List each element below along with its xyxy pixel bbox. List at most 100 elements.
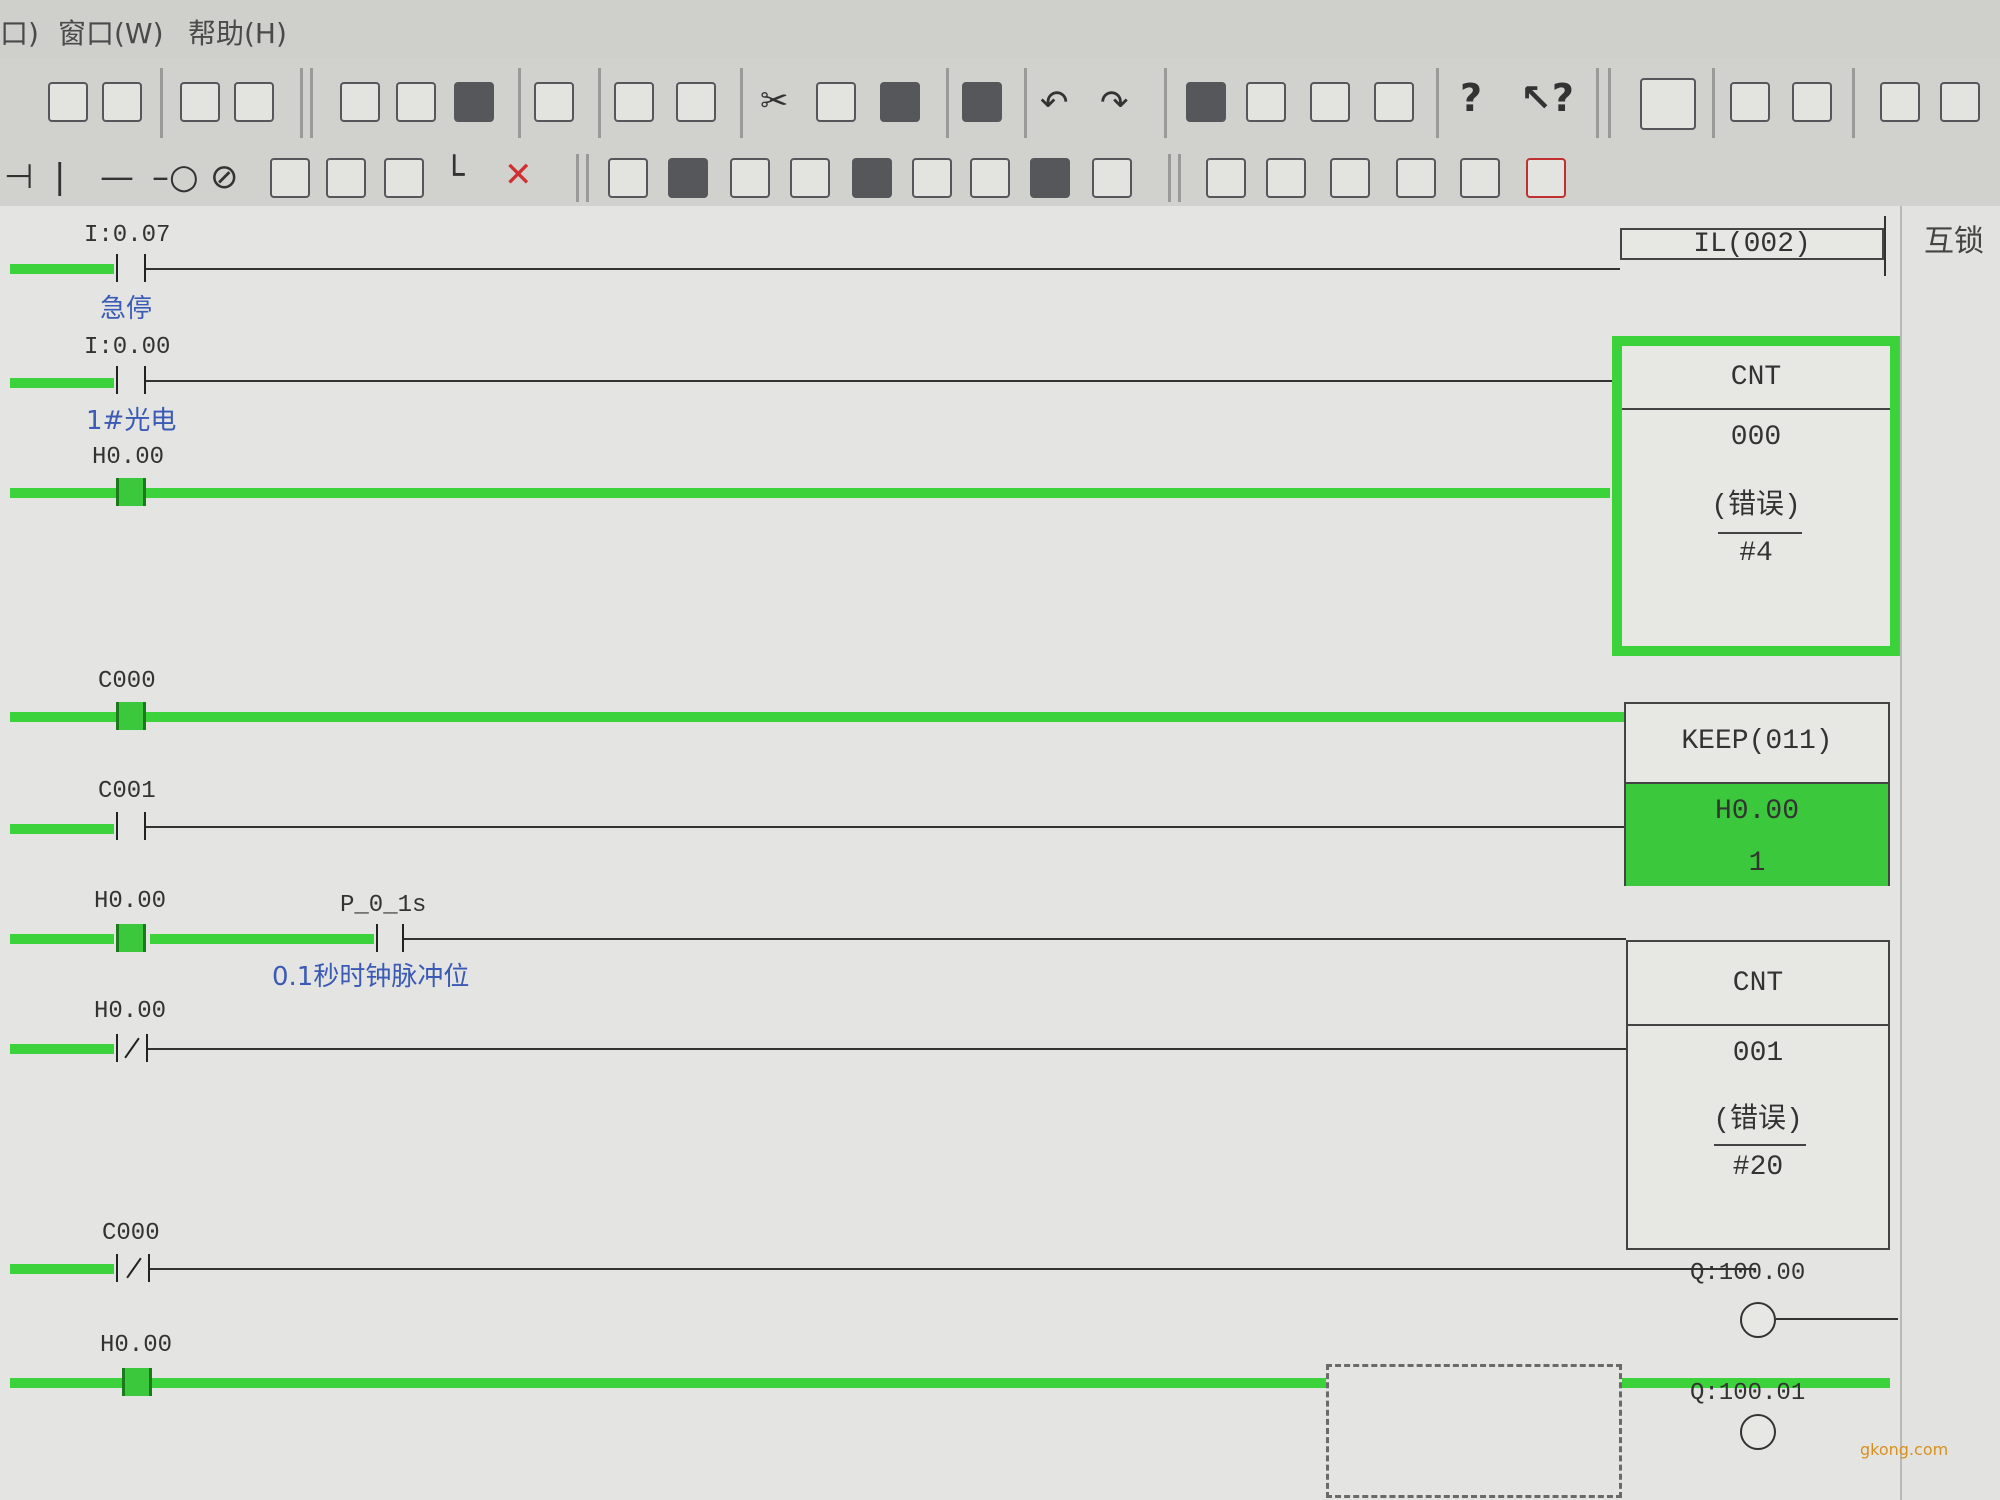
contact-address[interactable]: H0.00 xyxy=(94,888,166,915)
error-label: (错误) xyxy=(1713,1105,1803,1136)
contact-active[interactable] xyxy=(116,702,146,730)
copy-icon[interactable] xyxy=(816,82,856,122)
edit-icon[interactable] xyxy=(1460,158,1500,198)
diff-icon[interactable] xyxy=(1266,158,1306,198)
nc-contact-slash xyxy=(124,1037,140,1059)
instruction-icon[interactable] xyxy=(608,158,648,198)
block-icon-5[interactable] xyxy=(852,158,892,198)
redo-icon[interactable]: ↷ xyxy=(1100,86,1129,120)
power-flow xyxy=(10,934,114,944)
close-window-icon[interactable] xyxy=(1940,82,1980,122)
paste-icon[interactable] xyxy=(880,82,920,122)
rung-line xyxy=(150,1268,1756,1270)
selection-cursor[interactable] xyxy=(1326,1364,1622,1498)
block-icon-9[interactable] xyxy=(1092,158,1132,198)
clipboard-icon[interactable] xyxy=(962,82,1002,122)
pulse-icon[interactable] xyxy=(1206,158,1246,198)
block-divider xyxy=(1622,408,1890,410)
output-coil[interactable] xyxy=(1740,1414,1776,1450)
upload-icon[interactable] xyxy=(1792,82,1832,122)
block-divider xyxy=(1718,532,1802,534)
contact-active[interactable] xyxy=(116,478,146,506)
online-edit-icon[interactable] xyxy=(1640,78,1696,130)
context-help-icon[interactable]: ↖? xyxy=(1520,76,1574,120)
cross-reference-icon[interactable] xyxy=(1310,82,1350,122)
address-reference-icon[interactable] xyxy=(1374,82,1414,122)
menu-item-help[interactable]: 帮助(H) xyxy=(188,12,287,52)
toolbar-separator xyxy=(1168,154,1171,202)
menu-item-edit[interactable]: 口) xyxy=(0,12,39,52)
toolbar-separator xyxy=(1024,68,1027,138)
contact-left-bar xyxy=(116,254,118,282)
function-block-icon[interactable] xyxy=(668,158,708,198)
keep-block[interactable]: KEEP(011) H0.00 1 xyxy=(1624,702,1890,886)
transfer-icon[interactable] xyxy=(180,82,220,122)
il-instruction[interactable]: IL(002) xyxy=(1620,228,1884,260)
help-icon[interactable]: ? xyxy=(1460,76,1500,120)
force-icon[interactable] xyxy=(1526,158,1566,198)
contact-address[interactable]: I:0.00 xyxy=(84,334,170,361)
ladder-toolbar: ⊣ | — –○ ⊘ └ ✕ xyxy=(0,148,2000,207)
block-icon-7[interactable] xyxy=(970,158,1010,198)
rung-line xyxy=(404,938,1626,940)
contact-address[interactable]: C001 xyxy=(98,778,156,805)
monitor-icon[interactable] xyxy=(102,82,142,122)
counter-set-value: #4 xyxy=(1739,538,1773,569)
compare-icon[interactable] xyxy=(234,82,274,122)
contact-address[interactable]: H0.00 xyxy=(94,998,166,1025)
contact-address[interactable]: C000 xyxy=(102,1220,160,1247)
nc-coil-icon[interactable]: ⊘ xyxy=(210,160,239,194)
undo-icon[interactable]: ↶ xyxy=(1040,86,1069,120)
contact-active[interactable] xyxy=(122,1368,152,1396)
toolbar-separator xyxy=(740,68,743,138)
download-icon[interactable] xyxy=(1730,82,1770,122)
open-folder-icon[interactable] xyxy=(396,82,436,122)
toolbar-separator xyxy=(1596,68,1599,138)
toolbar-separator xyxy=(946,68,949,138)
window-icon[interactable] xyxy=(1880,82,1920,122)
block-icon-6[interactable] xyxy=(912,158,952,198)
toolbar-separator xyxy=(160,68,163,138)
toolbar-separator xyxy=(1712,68,1715,138)
new-file-icon[interactable] xyxy=(340,82,380,122)
menu-item-window[interactable]: 窗口(W) xyxy=(58,12,164,52)
contact-address[interactable]: H0.00 xyxy=(92,444,164,471)
block-icon-4[interactable] xyxy=(790,158,830,198)
block-icon-8[interactable] xyxy=(1030,158,1070,198)
coil-icon[interactable]: –○ xyxy=(152,160,199,194)
nc-contact-icon[interactable] xyxy=(326,158,366,198)
contact-active[interactable] xyxy=(116,924,146,952)
output-coil[interactable] xyxy=(1740,1302,1776,1338)
cut-icon[interactable]: ✂ xyxy=(760,84,789,118)
block-icon-3[interactable] xyxy=(730,158,770,198)
print-preview-icon[interactable] xyxy=(676,82,716,122)
save-icon[interactable] xyxy=(454,82,494,122)
right-power-rail xyxy=(1884,216,1886,276)
counter-block[interactable]: CNT 000 (错误) #4 xyxy=(1612,336,1900,656)
find-icon[interactable] xyxy=(534,82,574,122)
or-contact-icon[interactable] xyxy=(384,158,424,198)
binoculars-icon[interactable] xyxy=(1186,82,1226,122)
table-icon[interactable] xyxy=(1396,158,1436,198)
grid-icon[interactable] xyxy=(1330,158,1370,198)
contact-address[interactable]: I:0.07 xyxy=(84,222,170,249)
toolbar-separator xyxy=(586,154,589,202)
contact-address[interactable]: C000 xyxy=(98,668,156,695)
contact-address[interactable]: P_0_1s xyxy=(340,892,426,919)
online-icon[interactable] xyxy=(48,82,88,122)
coil-address[interactable]: Q:100.00 xyxy=(1690,1260,1805,1287)
vertical-line-icon[interactable]: | xyxy=(54,160,65,194)
line-connect-icon[interactable]: └ xyxy=(444,158,464,192)
select-tool-icon[interactable]: ⊣ xyxy=(4,160,34,194)
delete-line-icon[interactable]: ✕ xyxy=(504,158,533,192)
ladder-diagram[interactable]: I:0.07 急停 IL(002) I:0.00 1#光电 H0.00 CNT … xyxy=(0,206,1958,1500)
rung-line xyxy=(146,268,1620,270)
contact-address[interactable]: H0.00 xyxy=(100,1332,172,1359)
counter-block[interactable]: CNT 001 (错误) #20 xyxy=(1626,940,1890,1250)
toolbar-separator xyxy=(1608,68,1611,138)
coil-address[interactable]: Q:100.01 xyxy=(1690,1380,1805,1407)
contact-icon[interactable] xyxy=(270,158,310,198)
horizontal-line-icon[interactable]: — xyxy=(100,160,134,194)
print-icon[interactable] xyxy=(614,82,654,122)
replace-icon[interactable] xyxy=(1246,82,1286,122)
